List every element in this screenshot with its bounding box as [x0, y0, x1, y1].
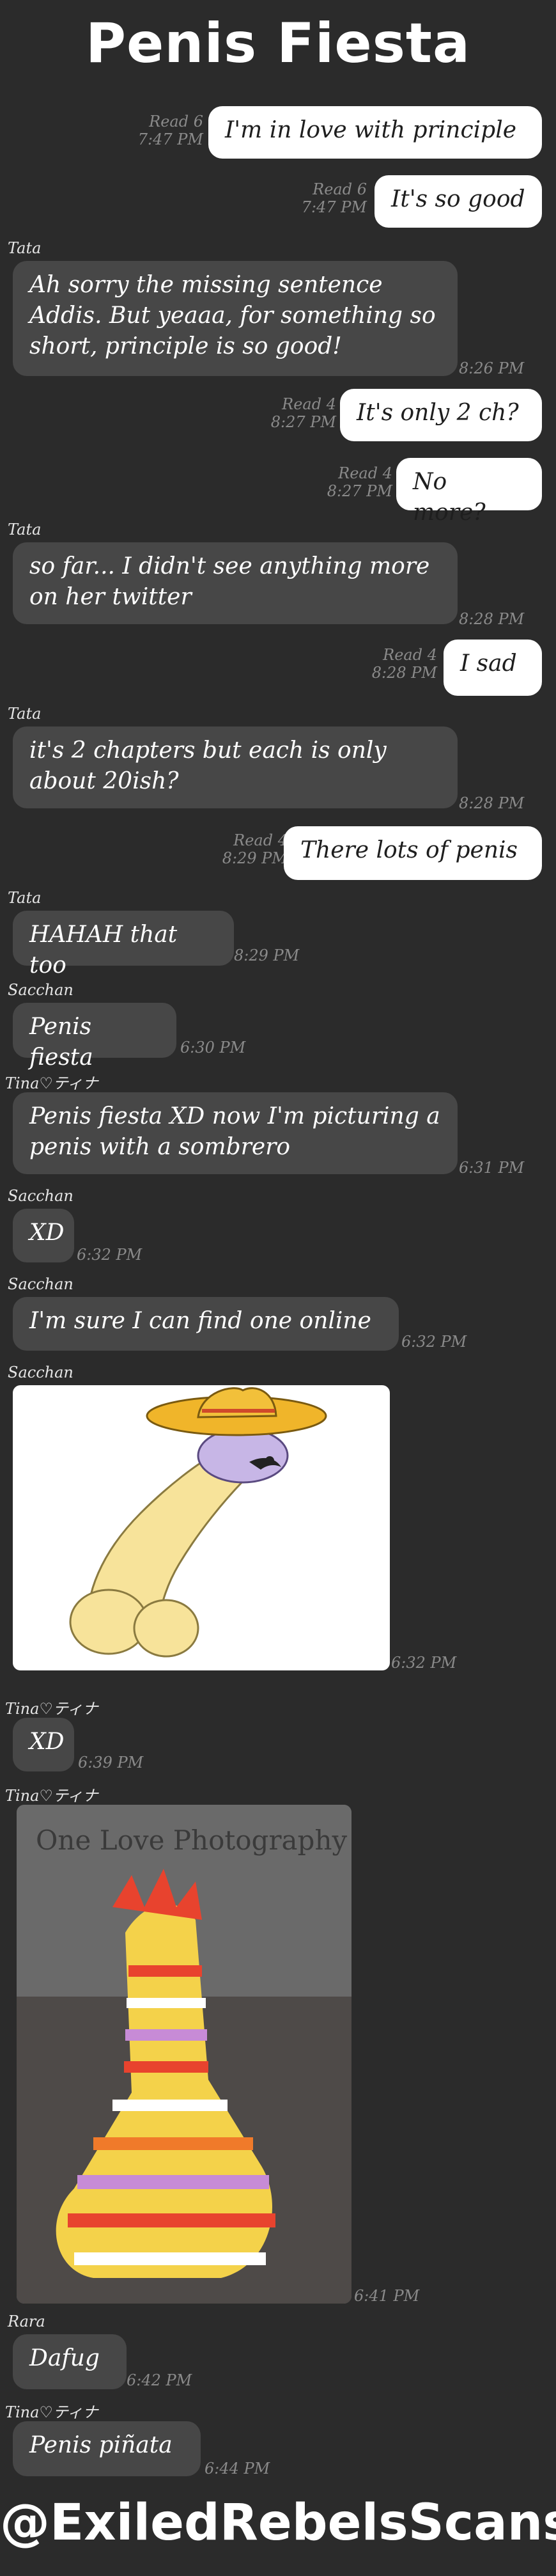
sender-name: Sacchan [8, 1187, 73, 1205]
page-title: Penis Fiesta [85, 12, 471, 75]
sender-name: Tina♡ティナ [5, 1700, 98, 1718]
message-bubble-outgoing[interactable]: I'm in love with principle [208, 106, 542, 159]
message-time: 6:32 PM [77, 1246, 143, 1264]
message-bubble-incoming[interactable]: XD [13, 1209, 74, 1262]
message-time: 6:30 PM [180, 1039, 246, 1056]
read-receipt: Read 4 8:29 PM [222, 831, 288, 867]
message-bubble-incoming[interactable]: HAHAH that too [13, 911, 234, 978]
sender-name: Tina♡ティナ [5, 2403, 98, 2421]
message-bubble-incoming[interactable]: XD [13, 1718, 74, 1771]
message-bubble-outgoing[interactable]: It's only 2 ch? [340, 389, 542, 441]
message-time: 6:39 PM [78, 1754, 144, 1771]
message-time: 6:44 PM [205, 2460, 270, 2478]
message-time: 8:26 PM [459, 359, 525, 377]
sender-name: Tina♡ティナ [5, 1074, 98, 1092]
sender-name: Tina♡ティナ [5, 1787, 98, 1805]
sender-name: Tata [8, 705, 42, 723]
message-bubble-outgoing[interactable]: It's so good [375, 175, 542, 228]
scanlation-credit: @ExiledRebelsScans [0, 2494, 556, 2552]
sender-name: Tata [8, 889, 42, 907]
message-time: 6:31 PM [459, 1159, 525, 1177]
pinata-photo[interactable]: One Love Photography [17, 1805, 351, 2304]
message-bubble-incoming[interactable]: I'm sure I can find one online [13, 1297, 399, 1351]
read-receipt: Read 4 8:28 PM [371, 646, 437, 682]
read-receipt: Read 4 8:27 PM [270, 395, 336, 431]
message-time: 6:32 PM [391, 1654, 457, 1672]
read-receipt: Read 6 7:47 PM [137, 113, 203, 148]
read-receipt: Read 4 8:27 PM [327, 464, 392, 500]
message-bubble-incoming[interactable]: Dafug [13, 2334, 127, 2389]
message-bubble-incoming[interactable]: Penis fiesta [13, 1003, 176, 1071]
sender-name: Sacchan [8, 981, 73, 999]
message-bubble-incoming[interactable]: so far... I didn't see anything more on … [13, 542, 458, 624]
message-bubble-incoming[interactable]: Penis fiesta XD now I'm picturing a peni… [13, 1092, 458, 1174]
pinata-illustration: One Love Photography [17, 1805, 351, 2304]
message-time: 8:28 PM [459, 610, 525, 628]
sender-name: Tata [8, 521, 42, 538]
message-bubble-incoming[interactable]: Ah sorry the missing sentence Addis. But… [13, 261, 458, 376]
message-time: 8:28 PM [459, 794, 525, 812]
photo-watermark: One Love Photography [36, 1825, 347, 1856]
sender-name: Sacchan [8, 1275, 73, 1293]
message-bubble-outgoing[interactable]: There lots of penis [284, 826, 542, 880]
message-bubble-incoming[interactable]: it's 2 chapters but each is only about 2… [13, 726, 458, 808]
sender-name: Rara [8, 2313, 45, 2330]
read-receipt: Read 6 7:47 PM [301, 180, 367, 216]
message-bubble-incoming[interactable]: Penis piñata [13, 2421, 201, 2476]
message-time: 6:41 PM [354, 2287, 420, 2305]
sender-name: Sacchan [8, 1363, 73, 1381]
message-time: 6:32 PM [401, 1333, 467, 1351]
sender-name: Tata [8, 239, 42, 257]
message-time: 8:29 PM [234, 946, 300, 964]
message-time: 6:42 PM [127, 2371, 192, 2389]
sombrero-cartoon-image[interactable] [13, 1385, 390, 1670]
cartoon-illustration [69, 1387, 327, 1658]
message-bubble-outgoing[interactable]: I sad [444, 640, 542, 696]
message-bubble-outgoing[interactable]: No more? [396, 458, 542, 526]
